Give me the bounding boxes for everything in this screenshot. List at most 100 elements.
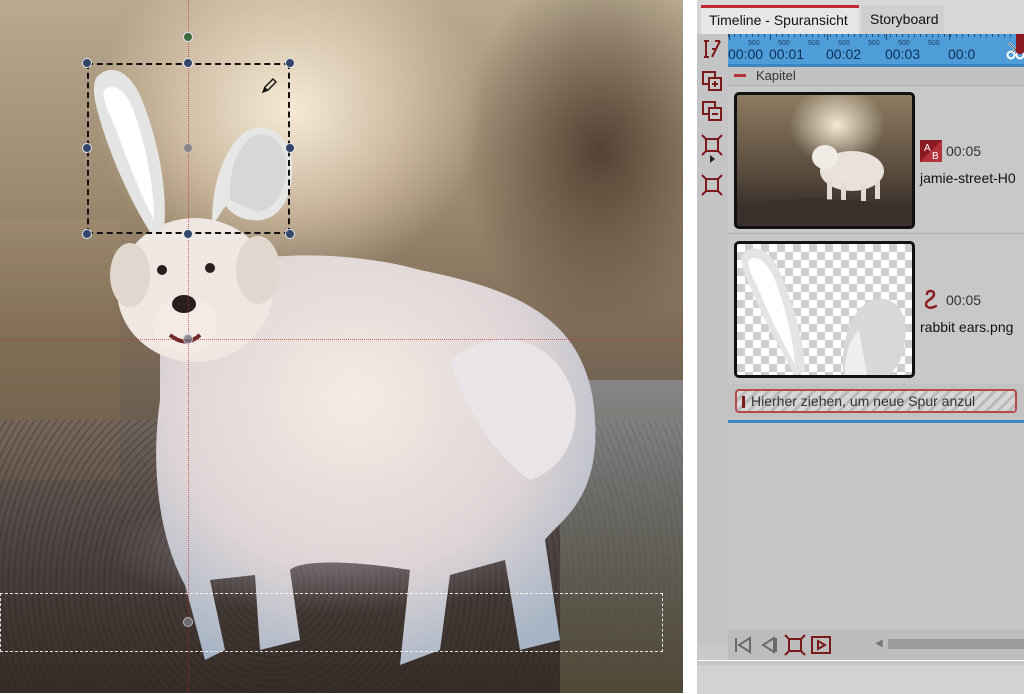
ab-transition-icon[interactable]: A B [920,140,942,162]
svg-text:B: B [932,151,939,162]
fit-timeline-icon[interactable] [784,634,806,656]
ruler-minor-tick [734,34,735,37]
ruler-minor-tick [764,34,765,37]
ruler-minor-tick [896,34,897,37]
clip-name: rabbit ears.png [920,319,1014,335]
resize-handle-bottom[interactable] [183,229,193,239]
ruler-minor-tick [818,34,819,37]
go-to-start-icon[interactable] [732,634,754,656]
ruler-time-label: 00:03 [885,46,921,62]
ruler-minor-tick [890,34,891,37]
secondary-selection-frame [0,593,663,652]
collapse-chapter-icon[interactable] [734,74,746,77]
ruler-minor-tick [992,34,993,37]
ruler-minor-tick [758,34,759,37]
ruler-minor-tick [842,34,843,37]
ruler-major-tick [770,34,771,40]
rabbit-ears-thumbnail-image [741,248,906,375]
ruler-minor-tick [938,34,939,37]
resize-handle-left[interactable] [82,143,92,153]
fit-inward-icon[interactable] [701,134,723,156]
dog-thumbnail-image [737,145,912,226]
clip-thumbnail-dog[interactable] [734,92,915,229]
expand-arrow-icon[interactable] [701,154,723,164]
play-from-cursor-icon[interactable] [810,634,832,656]
secondary-center-handle[interactable] [183,617,193,627]
ruler-minor-tick [968,34,969,37]
ruler-minor-tick [836,34,837,37]
ruler-time-label: 00:00 [728,46,764,62]
clip-duration: 00:05 [946,292,982,308]
resize-handle-right[interactable] [285,143,295,153]
ruler-minor-tick [806,34,807,37]
clip-thumbnail-rabbit-ears[interactable] [734,241,915,378]
ruler-half-second-label: 500 [868,40,880,47]
ruler-minor-tick [986,34,987,37]
timeline-toolbar [697,34,728,646]
resize-handle-top[interactable] [183,58,193,68]
chapter-label: Kapitel [756,68,796,83]
ruler-minor-tick [962,34,963,37]
horizontal-scrollbar[interactable] [888,639,1024,649]
center-handle[interactable] [183,143,193,153]
ruler-time-label: 00:01 [769,46,805,62]
track-row-1[interactable]: A B 00:05 jamie-street-H0 [728,85,1024,233]
ruler-minor-tick [1004,34,1005,37]
resize-handle-bottom-left[interactable] [82,229,92,239]
new-track-drop-zone[interactable]: Hierher ziehen, um neue Spur anzul [735,389,1017,413]
ruler-minor-tick [902,34,903,37]
curve-path-icon[interactable] [920,288,942,310]
add-track-icon[interactable] [701,70,723,92]
track-area: Kapitel A B 00:05 jamie-street-H0 00:05 … [728,67,1024,646]
resize-handle-bottom-right[interactable] [285,229,295,239]
ruler-minor-tick [932,34,933,37]
anchor-handle[interactable] [183,334,193,344]
ruler-major-tick [886,34,887,40]
playhead-marker[interactable] [1016,34,1024,54]
ruler-major-tick [949,34,950,40]
pen-edit-icon[interactable] [260,77,278,95]
ruler-minor-tick [752,34,753,37]
ruler-minor-tick [788,34,789,37]
ruler-minor-tick [782,34,783,37]
previous-marker-icon[interactable] [758,634,780,656]
ruler-minor-tick [884,34,885,37]
ruler-minor-tick [860,34,861,37]
timeline-panel: Timeline - Spuransicht Storyboard 50050 [697,0,1024,694]
ruler-minor-tick [926,34,927,37]
ruler-minor-tick [1010,34,1011,37]
resize-handle-top-left[interactable] [82,58,92,68]
track-row-2[interactable]: 00:05 rabbit ears.png [728,233,1024,384]
ruler-major-tick [827,34,828,40]
resize-handle-top-right[interactable] [285,58,295,68]
time-ruler[interactable]: 500 500 500 500 500 500 500 00:00 00:01 00:02 00:0… [728,34,1024,64]
scroll-left-icon[interactable]: ◀ [875,638,883,650]
horizontal-guide-line [0,339,683,340]
ruler-minor-tick [848,34,849,37]
ruler-minor-tick [746,34,747,37]
svg-text:A: A [924,143,931,154]
ruler-minor-tick [866,34,867,37]
drop-zone-hint: Hierher ziehen, um neue Spur anzul [751,393,976,409]
clip-name: jamie-street-H0 [920,170,1016,186]
panel-divider [683,0,697,693]
preview-canvas[interactable] [0,0,683,693]
chapter-row[interactable]: Kapitel [728,67,1024,84]
ruler-minor-tick [776,34,777,37]
ruler-time-label: 00:0 [948,46,976,62]
new-track-row[interactable]: Hierher ziehen, um neue Spur anzul [728,384,1024,423]
rotate-handle[interactable] [183,32,193,42]
remove-track-icon[interactable] [701,100,723,122]
tab-storyboard[interactable]: Storyboard [862,5,944,34]
ruler-minor-tick [812,34,813,37]
ruler-minor-tick [914,34,915,37]
snap-tool-icon[interactable] [701,38,723,60]
timeline-navigation-bar: ◀ [728,630,1024,660]
ruler-major-tick [729,34,730,40]
ruler-minor-tick [878,34,879,37]
ruler-minor-tick [740,34,741,37]
ruler-minor-tick [872,34,873,37]
tab-timeline[interactable]: Timeline - Spuransicht [701,5,859,34]
ruler-minor-tick [800,34,801,37]
fit-outward-icon[interactable] [701,174,723,196]
